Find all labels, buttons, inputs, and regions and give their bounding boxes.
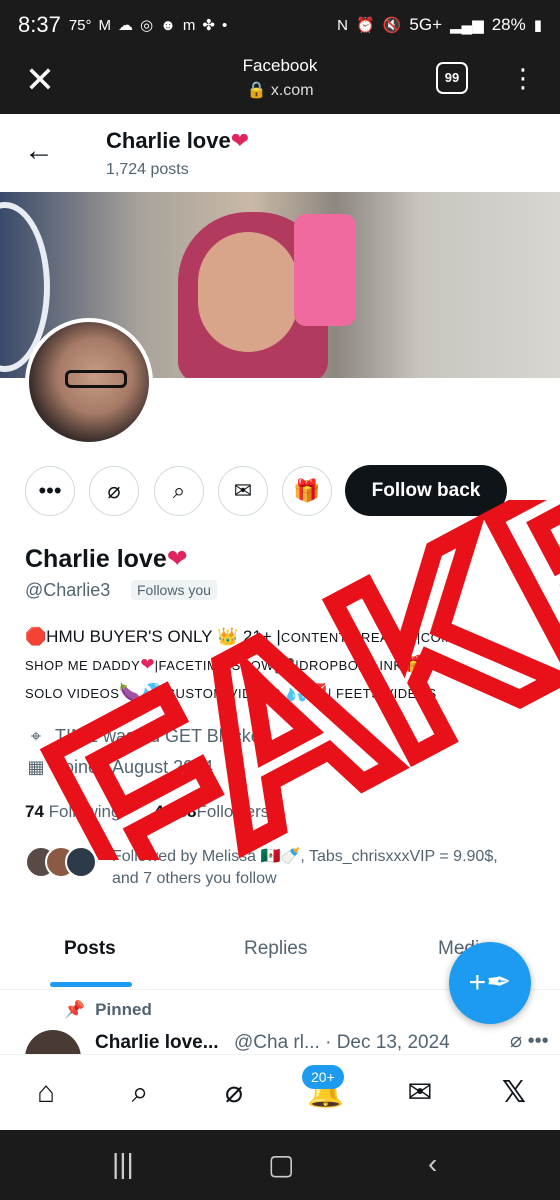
avatar-glasses xyxy=(65,370,127,388)
pin-icon: 📌 xyxy=(64,1000,86,1019)
followers-link[interactable]: 4,688Followers xyxy=(154,802,269,821)
recents-icon[interactable]: ||| xyxy=(112,1148,134,1180)
header-post-count: 1,724 posts xyxy=(106,161,189,178)
mute-icon: 🔇 xyxy=(382,17,402,34)
battery-percent: 28% xyxy=(491,15,526,34)
profile-joined: ▦ Joined August 2024 xyxy=(25,757,213,778)
status-right-icons: N ⏰ 🔇 5G+ ▂▄▆ 28% ▮ xyxy=(337,15,542,35)
dot-icon: • xyxy=(221,16,228,34)
more-horiz-icon: ••• xyxy=(38,478,62,503)
banner-face xyxy=(198,232,298,352)
gift-button[interactable]: 🎁 xyxy=(282,466,332,516)
following-link[interactable]: 74 Following xyxy=(25,802,120,821)
follows-you-badge: Follows you xyxy=(131,580,217,600)
grok-button[interactable]: ⌀ xyxy=(89,466,139,516)
heart-icon: ❤ xyxy=(140,655,155,674)
tab-count-button[interactable]: 99 xyxy=(436,62,468,94)
more-vert-icon[interactable]: ⋮ xyxy=(508,58,538,98)
gmail-icon: M xyxy=(98,16,112,34)
compose-post-button[interactable]: +✒ xyxy=(449,942,531,1024)
nfc-icon: N xyxy=(337,16,349,34)
crown-icon: 👑 xyxy=(216,627,239,646)
active-tab-indicator xyxy=(50,982,132,987)
avatar[interactable] xyxy=(25,318,153,446)
tweet-handle-date: @Cha rl... · Dec 13, 2024 xyxy=(234,1032,450,1053)
tweet-avatar[interactable] xyxy=(25,1030,81,1054)
profile-location: ⌖ TIME wasted GET Blocked xyxy=(25,726,271,747)
gift-emoji-icon: 🎁 xyxy=(402,655,424,674)
lips-icon: 💋 xyxy=(306,683,329,702)
message-button[interactable]: ✉ xyxy=(218,466,268,516)
eggplant-icon: 🍆 xyxy=(119,683,141,702)
follower-avatar xyxy=(65,846,97,878)
home-icon[interactable]: ⌂ xyxy=(24,1071,68,1115)
stop-sign-icon: 🛑 xyxy=(25,627,47,646)
droplets-icon: 💦 xyxy=(140,683,162,702)
bottom-nav: ⌂ ⌕ ⌀ 🔔 20+ ✉ 𝕏 xyxy=(0,1054,560,1130)
status-time: 8:37 xyxy=(18,12,61,37)
lock-icon: 🔒 xyxy=(246,82,267,99)
envelope-icon: ✉ xyxy=(233,478,253,503)
tab-replies[interactable]: Replies xyxy=(244,938,307,960)
bio-line-3: SOLO VIDEOS🍆💦|CUSTOM VIDEOS 💦💋| FEETS VI… xyxy=(25,683,437,702)
search-icon: ⌕ xyxy=(172,478,186,503)
pinwheel-icon: ✤ xyxy=(202,17,215,34)
header-name: Charlie love❤ xyxy=(106,128,250,153)
tab-posts[interactable]: Posts xyxy=(64,938,116,960)
signal-icon: ▂▄▆ xyxy=(450,17,484,34)
status-temperature: 75° xyxy=(68,16,92,34)
target-icon: ◎ xyxy=(140,17,154,34)
feather-plus-icon: +✒ xyxy=(468,966,512,999)
battery-icon: ▮ xyxy=(533,17,542,34)
cloud-icon: ☁ xyxy=(118,17,134,34)
envelope-icon[interactable]: ✉ xyxy=(398,1071,442,1115)
search-icon[interactable]: ⌕ xyxy=(118,1071,162,1115)
network-indicator: 5G+ xyxy=(409,15,442,34)
x-logo-icon[interactable]: 𝕏 xyxy=(492,1071,536,1115)
home-circle-icon[interactable]: ▢ xyxy=(268,1148,294,1181)
browser-bar: ✕ Facebook 🔒 x.com 99 ⋮ xyxy=(0,50,560,114)
location-pin-icon: ⌖ xyxy=(30,726,42,746)
back-chevron-icon[interactable]: ‹ xyxy=(428,1148,437,1180)
heart-icon: ❤ xyxy=(230,128,250,153)
mexico-flag-icon: 🇲🇽 xyxy=(260,848,281,865)
more-button[interactable]: ••• xyxy=(25,466,75,516)
heart-icon: ❤ xyxy=(166,545,188,573)
droplets-icon: 💦 xyxy=(285,683,307,702)
calendar-icon: ▦ xyxy=(27,757,45,777)
gift-icon: 🎁 xyxy=(293,478,321,503)
status-bar: 8:37 75° M ☁ ◎ ☻ m ✤ • N ⏰ 🔇 5G+ ▂▄▆ 28%… xyxy=(0,0,560,50)
browser-title: Facebook xyxy=(242,56,318,75)
status-left-icons: 75° M ☁ ◎ ☻ m ✤ • xyxy=(68,16,228,35)
bio-line-2: SHOP ME DADDY❤|FACETIME SHOW🎥|DROPBOX LI… xyxy=(25,655,429,674)
banner-phone xyxy=(294,214,356,326)
grok-icon[interactable]: ⌀ xyxy=(212,1071,256,1115)
follow-back-button[interactable]: Follow back xyxy=(345,465,507,516)
browser-url-text: x.com xyxy=(270,82,314,99)
more-horiz-icon[interactable]: ⌀ ••• xyxy=(510,1028,549,1053)
android-nav-bar: ||| ▢ ‹ xyxy=(0,1130,560,1200)
profile-header: ← Charlie love❤ 1,724 posts xyxy=(0,114,560,192)
browser-url: 🔒 x.com xyxy=(0,80,560,100)
pinned-tweet[interactable]: Charlie love... @Cha rl... · Dec 13, 202… xyxy=(0,1028,560,1054)
mcdonalds-icon: m xyxy=(182,16,196,34)
profile-bio: 🛑HMU BUYER'S ONLY 👑 21+ |CONTENT CREATOR… xyxy=(25,623,525,707)
pinned-label: 📌 Pinned xyxy=(64,1000,152,1019)
camera-icon: 🎥 xyxy=(274,655,296,674)
alarm-icon: ⏰ xyxy=(356,17,375,34)
back-arrow-icon[interactable]: ← xyxy=(24,134,54,168)
profile-handle: @Charlie3 xyxy=(25,580,111,600)
search-button[interactable]: ⌕ xyxy=(154,466,204,516)
follow-counts: 74 Following 4,688Followers xyxy=(25,802,269,822)
followed-by-text[interactable]: Followed by Melissa 🇲🇽🍼, Tabs_chrisxxxVI… xyxy=(112,846,542,890)
reddit-icon: ☻ xyxy=(160,16,176,34)
bio-line-1: 🛑HMU BUYER'S ONLY 👑 21+ |CONTENT CREATOR… xyxy=(25,627,462,646)
notification-badge: 20+ xyxy=(302,1065,344,1089)
display-name: Charlie love❤ xyxy=(25,545,188,573)
tweet-author-name: Charlie love... xyxy=(95,1032,219,1053)
grok-icon: ⌀ xyxy=(107,478,121,503)
bottle-icon: 🍼 xyxy=(280,848,301,865)
